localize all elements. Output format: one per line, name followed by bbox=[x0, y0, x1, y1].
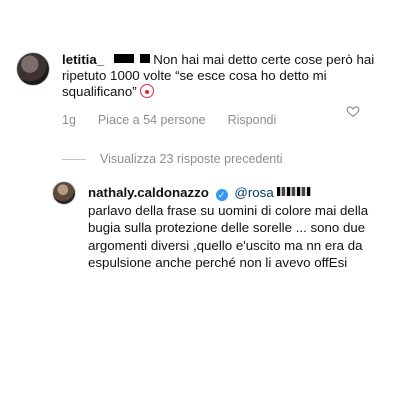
redacted-mark bbox=[113, 54, 134, 63]
view-replies-button[interactable]: Visualizza 23 risposte precedenti bbox=[62, 152, 283, 166]
like-heart-icon[interactable] bbox=[346, 104, 360, 118]
comment-username[interactable]: letitia_ bbox=[62, 52, 104, 67]
comment-likes[interactable]: Piace a 54 persone bbox=[98, 113, 206, 127]
reply-body: nathaly.caldonazzo ✓ @rosa parlavo della… bbox=[88, 184, 378, 272]
view-replies-label: Visualizza 23 risposte precedenti bbox=[100, 152, 283, 166]
mention-link[interactable]: @rosa bbox=[234, 185, 273, 200]
reply-button[interactable]: Rispondi bbox=[228, 113, 277, 127]
reply-avatar[interactable] bbox=[52, 181, 76, 205]
comment-body: letitia_ Non hai mai detto certe cose pe… bbox=[62, 52, 382, 100]
comment-meta: 1g Piace a 54 persone Rispondi bbox=[62, 113, 276, 127]
redacted-mark bbox=[277, 187, 312, 196]
reply-username[interactable]: nathaly.caldonazzo bbox=[88, 185, 209, 200]
verified-badge-icon: ✓ bbox=[215, 189, 228, 201]
reply-text: parlavo della frase su uomini di colore … bbox=[88, 202, 369, 271]
comment-text: Non hai mai detto certe cose però hai ri… bbox=[62, 52, 375, 99]
divider bbox=[62, 158, 86, 160]
comment-time: 1g bbox=[62, 113, 76, 127]
clown-emoji-icon bbox=[140, 84, 155, 98]
avatar[interactable] bbox=[16, 52, 50, 86]
redacted-mark bbox=[139, 54, 150, 63]
